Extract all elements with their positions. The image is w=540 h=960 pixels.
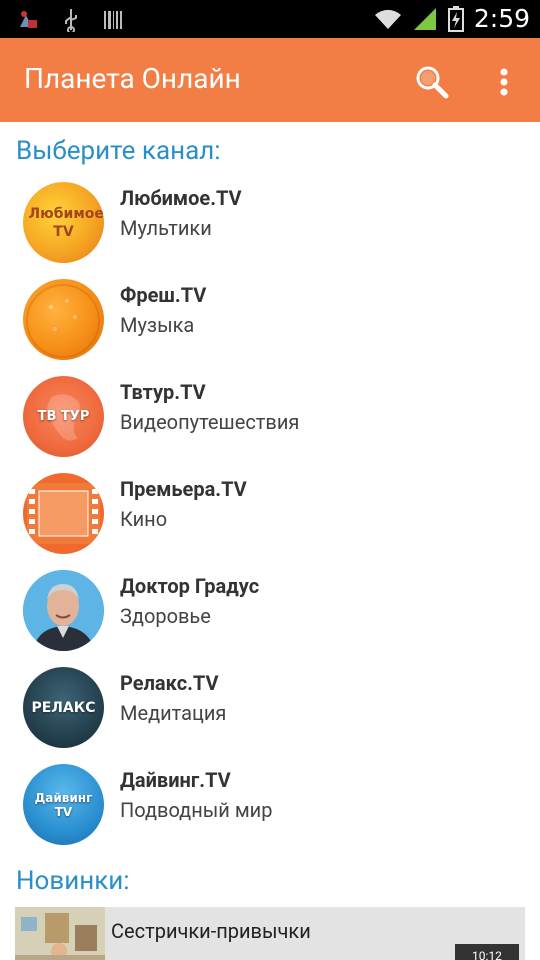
- channel-logo-doktor-gradus: [23, 570, 104, 651]
- channel-name: Премьера.TV: [120, 477, 247, 501]
- channel-item-dayving[interactable]: Дайвинг TV Дайвинг.TV Подводный мир: [0, 760, 540, 857]
- orange-icon: [26, 284, 100, 358]
- channel-logo-fresh: [23, 279, 104, 360]
- channel-name: Дайвинг.TV: [120, 768, 231, 792]
- channel-name: Релакс.TV: [120, 671, 219, 695]
- channel-item-tvtur[interactable]: ТВ ТУР Твтур.TV Видеопутешествия: [0, 372, 540, 469]
- channel-logo-text: ТВ ТУР: [37, 409, 90, 424]
- app-notification-icon: [16, 7, 42, 33]
- channel-item-doktor-gradus[interactable]: Доктор Градус Здоровье: [0, 566, 540, 663]
- channel-list: Любимое TV Любимое.TV Мультики Фреш.TV М…: [0, 178, 540, 857]
- status-bar: 2:59: [0, 0, 540, 38]
- channels-heading: Выберите канал:: [16, 136, 221, 166]
- cartoon-thumbnail-icon: [15, 907, 105, 960]
- new-release-thumbnail: [15, 907, 105, 960]
- channel-logo-lyubimoe: Любимое TV: [23, 182, 104, 263]
- new-release-duration: 10:12: [455, 944, 519, 960]
- channel-logo-text: Любимое TV: [28, 205, 104, 240]
- channel-genre: Подводный мир: [120, 798, 273, 822]
- channel-item-fresh[interactable]: Фреш.TV Музыка: [0, 275, 540, 372]
- channel-logo-tvtur: ТВ ТУР: [23, 376, 104, 457]
- status-right-icons: 2:59: [372, 4, 530, 34]
- usb-icon: [58, 7, 84, 33]
- doctor-portrait-icon: [23, 570, 104, 651]
- channel-logo-text: РЕЛАКС: [31, 699, 96, 716]
- new-release-item[interactable]: Сестрички-привычки 10:12: [15, 907, 525, 960]
- film-strip-icon: [27, 483, 100, 544]
- status-left-icons: [16, 7, 126, 33]
- search-button[interactable]: [410, 60, 454, 104]
- channel-genre: Кино: [120, 507, 168, 531]
- channel-logo-premiera: [23, 473, 104, 554]
- channel-genre: Здоровье: [120, 604, 211, 628]
- search-icon: [416, 66, 449, 99]
- app-bar: Планета Онлайн: [0, 38, 540, 122]
- battery-charging-icon: [446, 6, 466, 32]
- app-title: Планета Онлайн: [24, 62, 241, 95]
- new-release-title: Сестрички-привычки: [111, 919, 311, 943]
- signal-icon: [412, 6, 438, 32]
- channel-item-relaks[interactable]: РЕЛАКС Релакс.TV Медитация: [0, 663, 540, 760]
- overflow-menu-icon: [500, 68, 508, 96]
- channel-logo-text: Дайвинг TV: [34, 790, 93, 819]
- channel-name: Любимое.TV: [120, 186, 242, 210]
- channel-genre: Видеопутешествия: [120, 410, 300, 434]
- channel-item-lyubimoe[interactable]: Любимое TV Любимое.TV Мультики: [0, 178, 540, 275]
- barcode-icon: [100, 7, 126, 33]
- wifi-icon: [372, 6, 404, 32]
- channel-genre: Мультики: [120, 216, 212, 240]
- overflow-menu-button[interactable]: [488, 60, 520, 104]
- new-releases-heading: Новинки:: [16, 866, 130, 896]
- channel-genre: Музыка: [120, 313, 195, 337]
- channel-genre: Медитация: [120, 701, 227, 725]
- channel-logo-dayving: Дайвинг TV: [23, 764, 104, 845]
- channel-name: Фреш.TV: [120, 283, 207, 307]
- channel-logo-relaks: РЕЛАКС: [23, 667, 104, 748]
- channel-name: Твтур.TV: [120, 380, 206, 404]
- channel-item-premiera[interactable]: Премьера.TV Кино: [0, 469, 540, 566]
- status-time: 2:59: [473, 4, 530, 33]
- channel-name: Доктор Градус: [120, 574, 260, 598]
